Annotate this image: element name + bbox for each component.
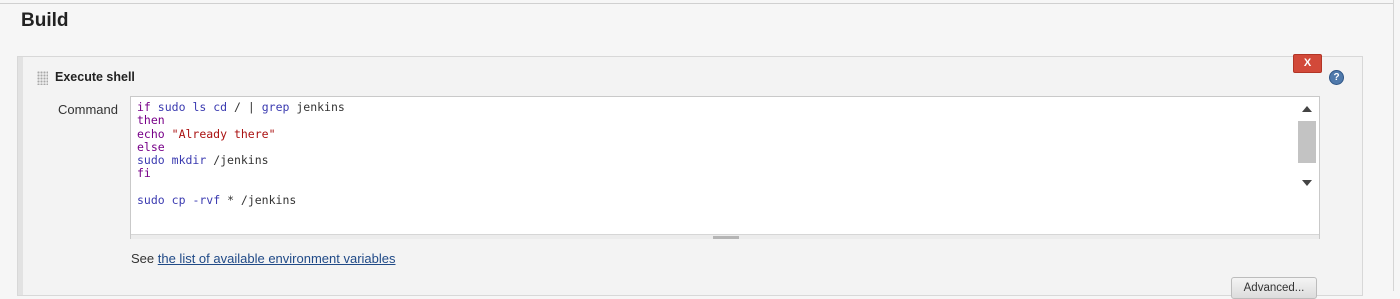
see-label: See [131,251,158,266]
code-token: echo [137,126,165,141]
step-title: Execute shell [55,70,135,84]
command-code[interactable]: if sudo ls cd / | grep jenkins then echo "… [137,100,345,208]
command-label: Command [58,102,118,117]
env-vars-hint: See the list of available environment va… [131,251,396,266]
top-divider [0,3,1394,4]
section-title: Build [21,10,69,31]
code-token: sudo [157,100,186,114]
code-token: -rvf [192,193,221,208]
code-token: * /jenkins [220,193,297,208]
code-line: if sudo ls cd / | grep jenkins [137,100,345,114]
code-token: else [137,139,165,154]
code-line: else [137,139,345,154]
drag-handle-icon[interactable] [37,71,48,85]
code-token: ls [192,100,207,114]
code-token: if [137,100,151,114]
code-token: sudo [137,193,165,208]
editor-resize-bar [131,234,1319,239]
scroll-down-arrow-icon[interactable] [1302,180,1312,186]
code-token: then [137,113,165,128]
code-line: then [137,114,345,127]
advanced-button[interactable]: Advanced... [1231,277,1317,299]
code-token: /jenkins [206,153,269,168]
right-divider [1393,0,1394,291]
code-line: fi [137,167,345,180]
scroll-up-arrow-icon[interactable] [1302,106,1312,112]
code-token: mkdir [171,153,207,168]
code-line: echo "Already there" [137,126,345,141]
code-token: sudo [137,153,165,168]
code-token: cp [171,193,186,208]
editor-scrollbar[interactable] [1297,100,1317,194]
command-editor[interactable]: if sudo ls cd / | grep jenkins then echo "… [130,96,1320,239]
code-token: / | [227,100,262,114]
code-line: sudo mkdir /jenkins [137,154,345,167]
code-token: grep [261,100,290,114]
code-token: jenkins [289,100,345,114]
help-icon[interactable]: ? [1329,70,1344,85]
code-token: fi [137,166,151,181]
step-stripe [18,57,23,295]
code-token: "Already there" [171,126,276,141]
env-vars-link[interactable]: the list of available environment variab… [158,251,396,266]
resize-grip-icon[interactable] [713,236,739,239]
delete-step-button[interactable]: X [1293,54,1322,73]
code-token: cd [213,100,228,114]
scroll-thumb[interactable] [1298,121,1316,163]
code-line: sudo cp -rvf * /jenkins [137,193,345,208]
